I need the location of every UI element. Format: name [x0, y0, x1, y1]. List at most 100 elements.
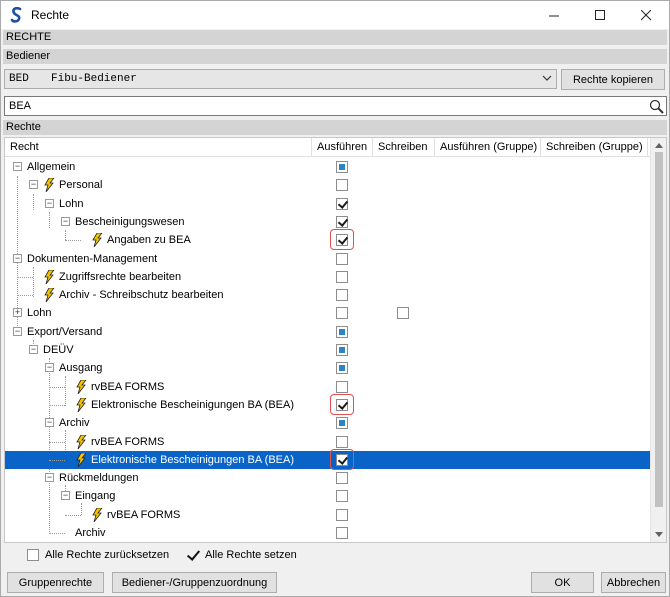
- collapse-icon[interactable]: −: [29, 345, 38, 354]
- tree-row[interactable]: Angaben zu BEA: [5, 229, 651, 251]
- collapse-icon[interactable]: −: [45, 473, 54, 483]
- execute-checkbox[interactable]: [336, 380, 348, 393]
- tree-row[interactable]: − Rückmeldungen: [5, 469, 651, 487]
- tree-row-label: rvBEA FORMS: [91, 435, 165, 448]
- tree-row-label: Lohn: [27, 307, 52, 320]
- tree-row[interactable]: rvBEA FORMS: [5, 378, 651, 396]
- execute-checkbox[interactable]: [336, 490, 348, 503]
- collapse-icon[interactable]: −: [13, 162, 22, 171]
- tree-line: [49, 459, 65, 461]
- maximize-button[interactable]: [577, 1, 623, 29]
- tree-row-label: DEÜV: [43, 344, 74, 356]
- scroll-up-icon[interactable]: [655, 143, 663, 148]
- search-icon[interactable]: [649, 99, 664, 114]
- section-header-top: RECHTE: [3, 30, 667, 45]
- permission-bolt-icon: [75, 397, 87, 413]
- tree-row[interactable]: − Archiv: [5, 414, 651, 432]
- execute-checkbox[interactable]: [336, 344, 348, 356]
- execute-checkbox[interactable]: [336, 252, 348, 265]
- window-title: Rechte: [31, 8, 70, 22]
- scroll-down-icon[interactable]: [655, 532, 663, 537]
- permission-bolt-icon: [43, 287, 55, 303]
- section-header-rights: Rechte: [3, 120, 667, 135]
- cancel-button[interactable]: Abbrechen: [601, 572, 666, 593]
- execute-checkbox[interactable]: [336, 270, 348, 283]
- tree-line: [17, 295, 33, 297]
- execute-checkbox[interactable]: [336, 472, 348, 485]
- execute-checkbox[interactable]: [336, 417, 348, 430]
- scrollbar-thumb[interactable]: [655, 152, 663, 507]
- collapse-icon[interactable]: −: [13, 253, 22, 263]
- tree-row[interactable]: − Export/Versand: [5, 323, 651, 341]
- tree-row[interactable]: + Lohn: [5, 304, 651, 322]
- highlight-marker: [330, 229, 354, 251]
- tree-row[interactable]: Archiv: [5, 524, 651, 542]
- execute-checkbox[interactable]: [336, 325, 348, 338]
- collapse-icon[interactable]: −: [61, 216, 70, 226]
- user-select[interactable]: BED Fibu-Bediener: [4, 69, 557, 89]
- tree-line: [17, 276, 33, 278]
- tree-row[interactable]: − DEÜV: [5, 341, 651, 359]
- tree-row[interactable]: rvBEA FORMS: [5, 433, 651, 451]
- execute-checkbox[interactable]: [336, 215, 348, 228]
- collapse-icon[interactable]: −: [13, 326, 22, 336]
- user-group-assignment-button[interactable]: Bediener-/Gruppenzuordnung: [112, 572, 277, 593]
- collapse-icon[interactable]: −: [61, 491, 70, 501]
- search-input[interactable]: BEA: [4, 96, 667, 116]
- close-button[interactable]: [623, 1, 669, 29]
- ok-button[interactable]: OK: [531, 572, 594, 593]
- collapse-icon[interactable]: −: [45, 198, 54, 208]
- expand-icon[interactable]: +: [13, 308, 22, 318]
- execute-checkbox[interactable]: [336, 179, 348, 192]
- tree-row-label: Allgemein: [27, 161, 76, 173]
- tree-row[interactable]: − Allgemein: [5, 158, 651, 176]
- write-checkbox[interactable]: [397, 307, 409, 320]
- tree-row-label: rvBEA FORMS: [107, 508, 181, 521]
- column-header-schreiben-gruppe[interactable]: Schreiben (Gruppe): [541, 138, 648, 157]
- user-code: BED: [9, 73, 29, 85]
- tree-row[interactable]: − Bescheinigungswesen: [5, 213, 651, 231]
- column-header-ausfuehren-gruppe[interactable]: Ausführen (Gruppe): [435, 138, 541, 157]
- tree-row[interactable]: − Eingang: [5, 487, 651, 505]
- collapse-icon[interactable]: −: [45, 363, 54, 373]
- vertical-scrollbar[interactable]: [650, 138, 666, 542]
- execute-checkbox[interactable]: [336, 435, 348, 448]
- user-name: Fibu-Bediener: [51, 73, 137, 85]
- tree-row[interactable]: − Personal: [5, 176, 651, 194]
- execute-checkbox[interactable]: [336, 362, 348, 375]
- minimize-button[interactable]: [531, 1, 577, 29]
- tree-row[interactable]: Zugriffsrechte bearbeiten: [5, 268, 651, 286]
- highlight-marker: [330, 448, 354, 470]
- reset-all-checkbox[interactable]: [27, 549, 39, 561]
- reset-all-option[interactable]: Alle Rechte zurücksetzen: [27, 549, 169, 561]
- search-value: BEA: [9, 100, 32, 112]
- tree-row[interactable]: − Dokumenten-Management: [5, 250, 651, 268]
- reset-all-label: Alle Rechte zurücksetzen: [45, 549, 170, 561]
- tree-row[interactable]: Elektronische Bescheinigungen BA (BEA): [5, 393, 651, 415]
- collapse-icon[interactable]: −: [45, 418, 54, 428]
- set-all-checkbox[interactable]: [187, 549, 199, 561]
- tree-row[interactable]: Elektronische Bescheinigungen BA (BEA): [5, 448, 651, 470]
- tree-row[interactable]: − Ausgang: [5, 359, 651, 377]
- execute-checkbox[interactable]: [336, 527, 348, 539]
- column-header-schreiben[interactable]: Schreiben: [373, 138, 435, 157]
- tree-row[interactable]: rvBEA FORMS: [5, 506, 651, 524]
- execute-checkbox[interactable]: [336, 307, 348, 320]
- permission-bolt-icon: [91, 232, 103, 248]
- execute-checkbox[interactable]: [336, 197, 348, 210]
- set-all-option[interactable]: Alle Rechte setzen: [187, 549, 297, 561]
- column-header-ausfuehren[interactable]: Ausführen: [312, 138, 373, 157]
- permission-bolt-icon: [43, 269, 55, 285]
- execute-checkbox[interactable]: [336, 161, 348, 173]
- tree-row[interactable]: − Lohn: [5, 195, 651, 213]
- group-rights-button[interactable]: Gruppenrechte: [7, 572, 104, 593]
- execute-checkbox[interactable]: [336, 508, 348, 521]
- app-logo-icon: [9, 7, 25, 23]
- copy-rights-button[interactable]: Rechte kopieren: [561, 69, 665, 90]
- tree-row-label: Eingang: [75, 490, 116, 503]
- column-header-recht[interactable]: Recht: [5, 138, 312, 157]
- tree-row[interactable]: Archiv - Schreibschutz bearbeiten: [5, 286, 651, 304]
- collapse-icon[interactable]: −: [29, 180, 38, 190]
- execute-checkbox[interactable]: [336, 289, 348, 302]
- tree-row-label: Export/Versand: [27, 325, 103, 338]
